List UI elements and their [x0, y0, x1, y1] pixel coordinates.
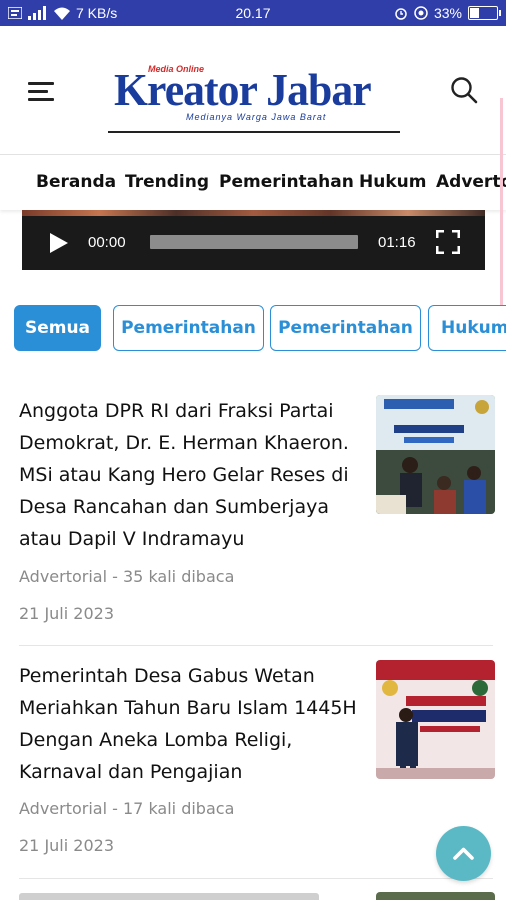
article-thumbnail[interactable] — [376, 395, 495, 514]
alarm-icon — [395, 8, 407, 20]
nav-item-advertorial[interactable]: Advertorial — [436, 172, 506, 192]
battery-icon — [468, 6, 501, 20]
nav-item-pemerintahan[interactable]: Pemerintahan — [219, 172, 354, 192]
nav-item-beranda[interactable]: Beranda — [36, 172, 116, 192]
menu-icon[interactable] — [28, 82, 54, 102]
article-meta: Advertorial - 35 kali dibaca — [19, 567, 235, 586]
article-image — [376, 660, 495, 779]
logo-small-text: Media Online — [148, 64, 205, 74]
next-article-title-peek[interactable] — [19, 893, 349, 900]
article-date: 21 Juli 2023 — [19, 604, 114, 623]
play-icon[interactable] — [50, 233, 68, 253]
article-divider — [19, 878, 493, 879]
article-item[interactable]: Anggota DPR RI dari Fraksi Partai Demokr… — [19, 395, 495, 635]
chip-pemerintahan[interactable]: Pemerintahan — [113, 305, 264, 351]
article-title[interactable]: Pemerintah Desa Gabus Wetan Meriahkan Ta… — [19, 660, 364, 788]
battery-percent: 33% — [433, 5, 462, 21]
article-title[interactable]: Anggota DPR RI dari Fraksi Partai Demokr… — [19, 395, 364, 555]
article-meta: Advertorial - 17 kali dibaca — [19, 799, 235, 818]
article-thumbnail[interactable] — [376, 660, 495, 779]
article-image — [376, 395, 495, 514]
site-logo[interactable]: Kreator Jabar Media Online Medianya Warg… — [108, 64, 402, 136]
article-item[interactable]: Pemerintah Desa Gabus Wetan Meriahkan Ta… — [19, 660, 495, 870]
fullscreen-icon[interactable] — [436, 230, 460, 254]
chip-pemerintahan-2[interactable]: Pemerintahan — [270, 305, 421, 351]
video-duration: 01:16 — [378, 234, 416, 251]
data-saver-icon — [414, 6, 428, 20]
category-chips: Semua Pemerintahan Pemerintahan Hukum — [0, 305, 506, 355]
chevron-up-icon — [453, 847, 474, 860]
back-to-top-button[interactable] — [436, 826, 491, 881]
article-date: 21 Juli 2023 — [19, 836, 114, 855]
chip-hukum[interactable]: Hukum — [428, 305, 506, 351]
status-bar: 7 KB/s 20.17 33% — [0, 0, 506, 26]
video-frame — [22, 210, 485, 216]
site-header: Kreator Jabar Media Online Medianya Warg… — [0, 26, 506, 155]
status-right: 33% — [394, 5, 501, 21]
logo-underline — [108, 131, 400, 133]
video-current-time: 00:00 — [88, 234, 126, 251]
chip-semua[interactable]: Semua — [14, 305, 101, 351]
logo-tagline: Medianya Warga Jawa Barat — [186, 112, 327, 122]
video-progress-bar[interactable] — [150, 235, 358, 249]
category-nav: Beranda Trending Pemerintahan Hukum Adve… — [0, 155, 506, 210]
scroll-indicator — [500, 98, 503, 338]
nav-item-hukum[interactable]: Hukum — [359, 172, 426, 192]
video-player[interactable]: 00:00 01:16 — [22, 210, 485, 270]
nav-item-trending[interactable]: Trending — [125, 172, 209, 192]
article-divider — [19, 645, 493, 646]
next-article-thumbnail-peek[interactable] — [376, 892, 495, 900]
search-icon[interactable] — [450, 76, 478, 104]
